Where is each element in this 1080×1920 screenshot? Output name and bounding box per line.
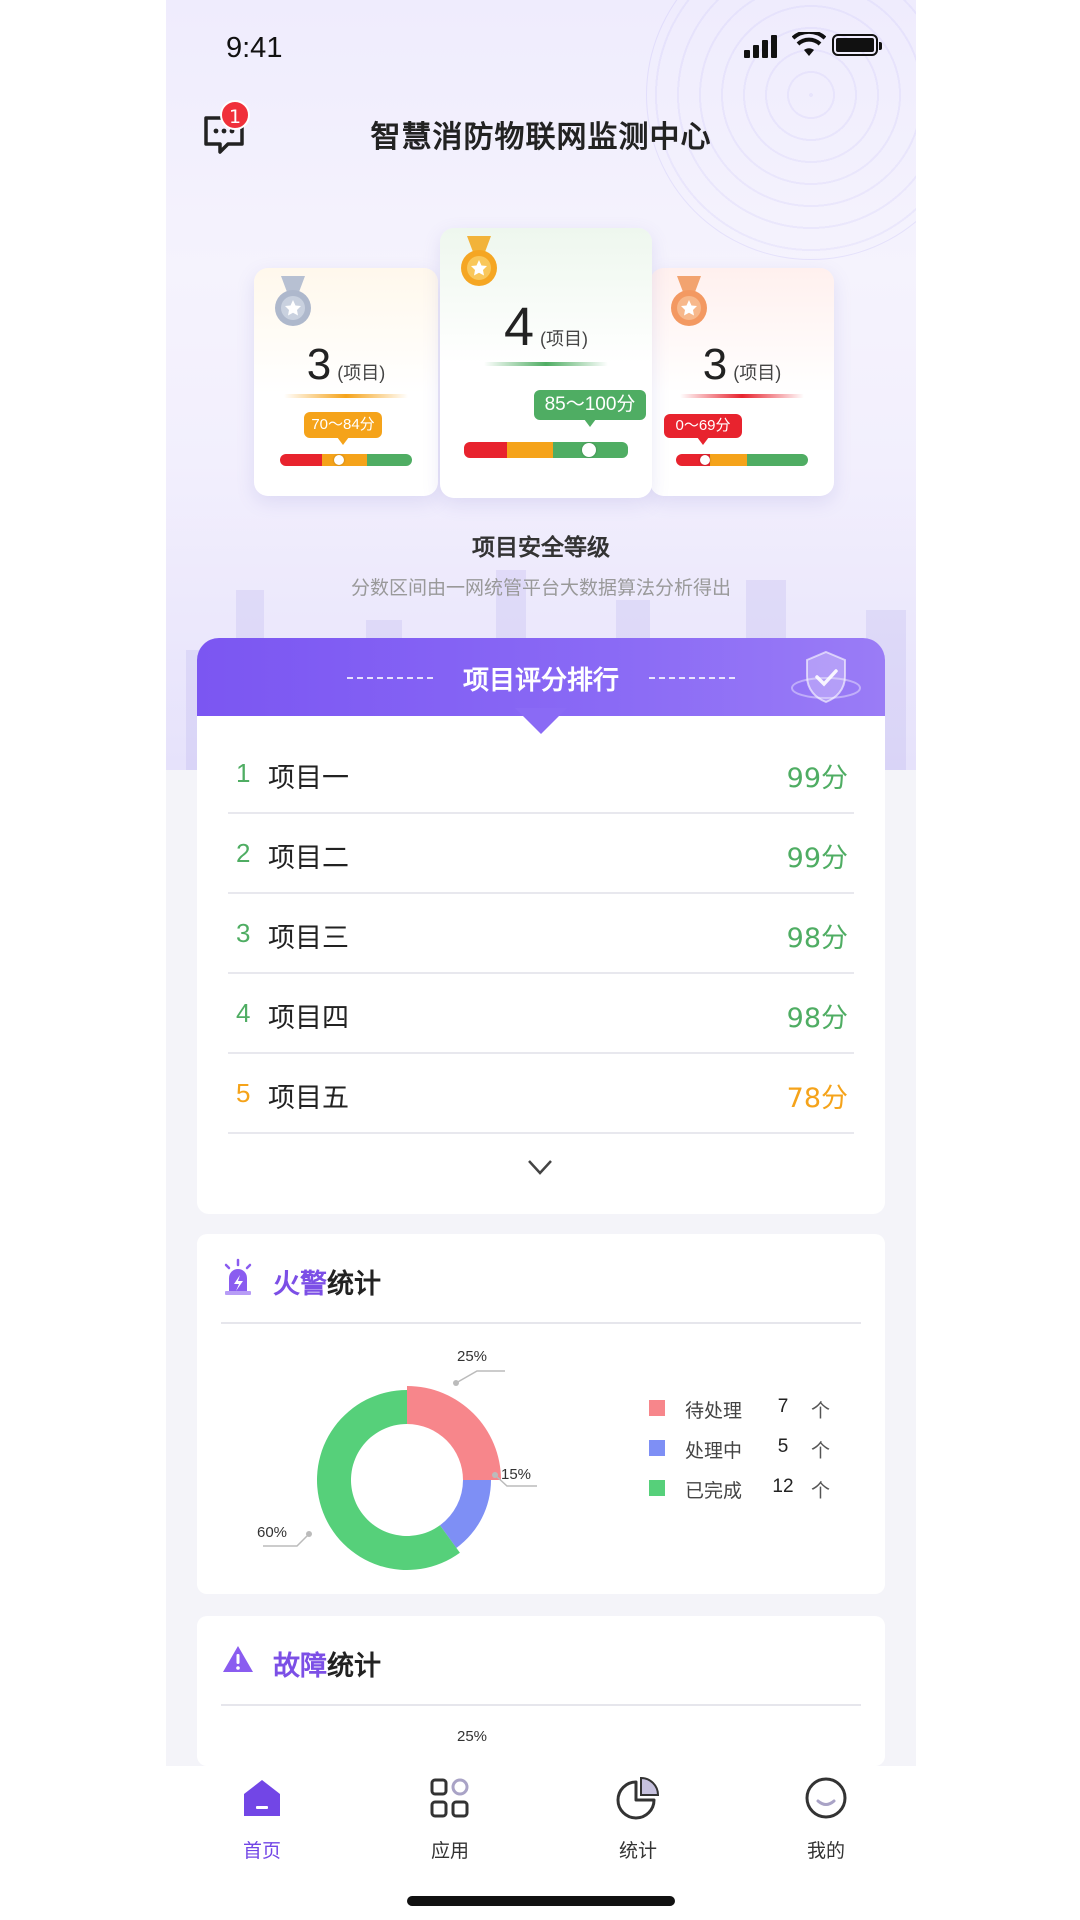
score-level-knob [582, 443, 596, 457]
ranking-number: 4 [236, 998, 251, 1028]
legend-label: 已完成 [685, 1480, 743, 1502]
ranking-row[interactable]: 3 项目三 98分 [228, 894, 854, 974]
score-level-bar [464, 442, 628, 458]
chevron-down-icon[interactable] [527, 1154, 553, 1180]
ranking-card: 项目评分排行 1 项目一 99分 2 项目二 99分 3 项目三 98分 4 项… [197, 638, 885, 1214]
legend-count: 5 [777, 1436, 789, 1457]
ranking-score: 99分 [786, 763, 848, 794]
level-underline [284, 394, 408, 398]
ranking-number: 5 [236, 1078, 251, 1108]
warning-triangle-icon [223, 1646, 253, 1672]
ranking-project-name: 项目四 [268, 1003, 349, 1034]
wifi-icon [792, 32, 826, 56]
score-level-bar [280, 454, 412, 466]
profile-icon [805, 1777, 847, 1819]
ranking-row[interactable]: 4 项目四 98分 [228, 974, 854, 1054]
legend-item-processing: 处理中 5 个 [649, 1434, 849, 1462]
legend-item-pending: 待处理 7 个 [649, 1394, 849, 1422]
tab-label: 我的 [806, 1840, 845, 1862]
ranking-number: 1 [236, 758, 251, 788]
legend-unit: 个 [811, 1480, 831, 1502]
ranking-score: 98分 [786, 923, 848, 954]
score-level-bar [676, 454, 808, 466]
legend-count: 7 [777, 1396, 789, 1417]
legend-swatch [649, 1440, 665, 1456]
legend-unit: 个 [811, 1400, 831, 1422]
fault-stats-card: 故障统计 25% [197, 1616, 885, 1766]
ranking-project-name: 项目一 [268, 763, 349, 794]
level-underline [484, 362, 608, 366]
shield-icon [791, 650, 861, 704]
phone-screen: 9:41 1 智慧消防物联网监测中心 3 (项目) 70～84分 3 (项目) … [166, 0, 916, 1920]
cellular-signal-icon [744, 34, 782, 58]
legend-swatch [649, 1400, 665, 1416]
legend-unit: 个 [811, 1440, 831, 1462]
status-time: 9:41 [226, 32, 283, 64]
score-range-tag: 70～84分 [304, 412, 382, 445]
fire-alarm-stats-card: 火警统计 25% 15% 60% 待处理 7 个 处理中 5 个 已完成 12 … [197, 1234, 885, 1594]
ranking-score: 99分 [786, 843, 848, 874]
score-range-tag: 0～69分 [664, 414, 742, 445]
ranking-title: 项目评分排行 [462, 666, 619, 696]
page-title: 智慧消防物联网监测中心 [370, 120, 712, 155]
home-indicator [407, 1896, 675, 1906]
fault-stats-title: 故障统计 [273, 1651, 381, 1682]
bronze-medal-icon [671, 276, 707, 326]
tab-label: 统计 [618, 1840, 657, 1862]
legend-swatch [649, 1480, 665, 1496]
ranking-row[interactable]: 1 项目一 99分 [228, 734, 854, 814]
level-count: 4 (项目) [503, 297, 589, 357]
legend-label: 处理中 [685, 1440, 743, 1462]
tab-statistics[interactable]: 统计 [588, 1776, 688, 1866]
pie-chart-icon [616, 1776, 660, 1820]
battery-icon [832, 34, 882, 56]
level-card-mid[interactable]: 3 (项目) 70～84分 [254, 268, 438, 496]
legend-label: 待处理 [685, 1400, 743, 1422]
ranking-row[interactable]: 5 项目五 78分 [228, 1054, 854, 1134]
ranking-number: 2 [236, 838, 251, 868]
score-range-tag: 85～100分 [534, 390, 646, 427]
ranking-header-notch [515, 708, 567, 734]
legend-count: 12 [772, 1476, 794, 1497]
ranking-project-name: 项目二 [268, 843, 349, 874]
ranking-project-name: 项目三 [268, 923, 349, 954]
divider [221, 1704, 861, 1706]
level-card-high[interactable]: 4 (项目) 85～100分 [440, 228, 652, 498]
silver-medal-icon [275, 276, 311, 326]
percent-label-pending: 25% [457, 1728, 488, 1745]
ranking-number: 3 [236, 918, 251, 948]
level-section-title: 项目安全等级 [472, 535, 610, 561]
level-count: 3 (项目) [306, 340, 386, 389]
score-level-knob [334, 455, 344, 465]
level-card-low[interactable]: 3 (项目) 0～69分 [650, 268, 834, 496]
level-count: 3 (项目) [702, 340, 782, 389]
ranking-row[interactable]: 2 项目二 99分 [228, 814, 854, 894]
ranking-score: 98分 [786, 1003, 848, 1034]
ranking-score: 78分 [786, 1083, 848, 1114]
gold-medal-icon [461, 236, 497, 286]
score-level-knob [700, 455, 710, 465]
tab-home[interactable]: 首页 [212, 1776, 312, 1866]
apps-grid-icon [430, 1778, 469, 1818]
tab-profile[interactable]: 我的 [776, 1776, 876, 1866]
tab-apps[interactable]: 应用 [400, 1776, 500, 1866]
tab-label: 首页 [242, 1840, 281, 1862]
legend-item-done: 已完成 12 个 [649, 1474, 849, 1502]
status-bar: 9:41 [166, 0, 916, 96]
level-section-subtitle: 分数区间由一网统管平台大数据算法分析得出 [350, 577, 731, 599]
ranking-project-name: 项目五 [268, 1083, 349, 1114]
home-icon [244, 1780, 280, 1816]
level-underline [680, 394, 804, 398]
tab-label: 应用 [430, 1840, 469, 1862]
